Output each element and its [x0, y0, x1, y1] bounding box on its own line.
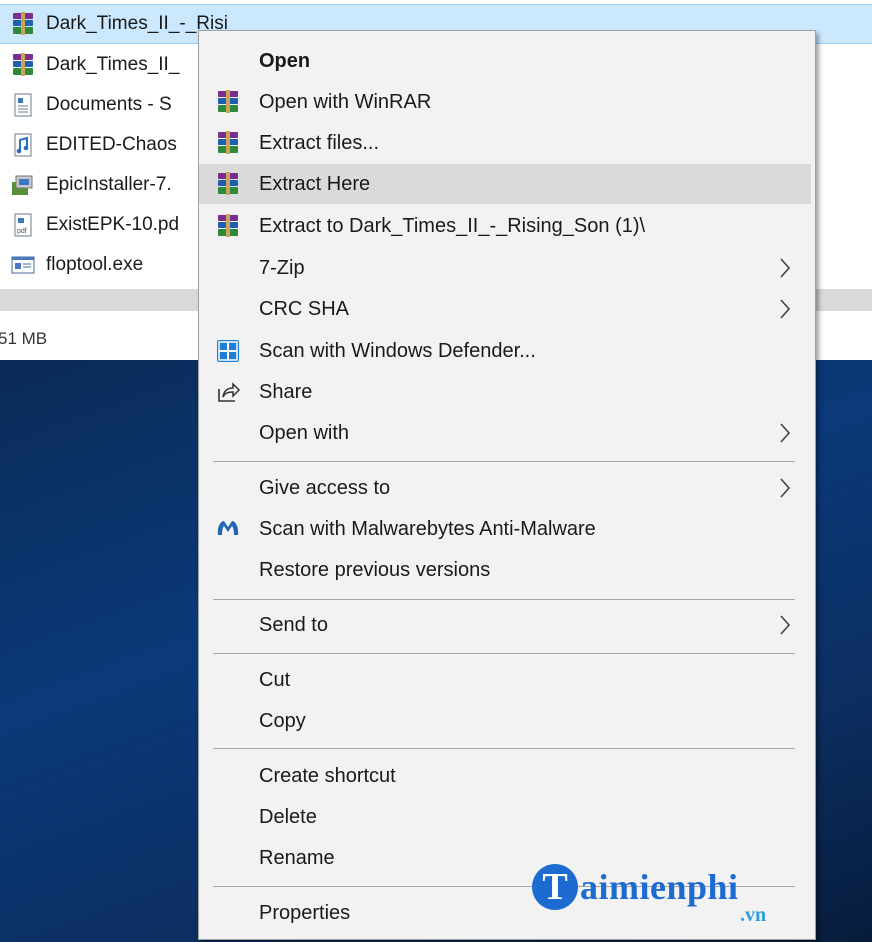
menu-item-extract-to-folder[interactable]: Extract to Dark_Times_II_-_Rising_Son (1…: [199, 206, 811, 246]
winrar-icon: [215, 171, 241, 197]
file-name: EpicInstaller-7.: [46, 174, 172, 195]
menu-item-extract-files[interactable]: Extract files...: [199, 123, 811, 163]
chevron-right-icon: [774, 420, 796, 446]
menu-item-crc-sha[interactable]: CRC SHA: [199, 289, 811, 329]
share-icon: [215, 379, 241, 405]
file-name: Dark_Times_II_: [46, 54, 180, 75]
menu-item-7-zip[interactable]: 7-Zip: [199, 248, 811, 288]
context-menu: Open Open with WinRAR Extract files... E…: [198, 30, 816, 940]
installer-package-icon: [10, 172, 36, 198]
watermark-text: aimienphi: [580, 867, 739, 907]
winrar-icon: [215, 89, 241, 115]
chevron-right-icon: [774, 255, 796, 281]
winrar-archive-icon: [10, 52, 36, 78]
menu-item-restore-previous-versions[interactable]: Restore previous versions: [199, 550, 811, 590]
taimienphi-watermark: T aimienphi .vn: [532, 862, 792, 932]
menu-item-label: Properties: [259, 901, 351, 924]
menu-item-label: Extract files...: [259, 131, 380, 154]
menu-item-label: Rename: [259, 846, 335, 869]
menu-item-label: CRC SHA: [259, 297, 350, 320]
winrar-icon: [215, 213, 241, 239]
menu-item-label: Extract Here: [259, 172, 371, 195]
menu-item-extract-here[interactable]: Extract Here: [199, 164, 811, 204]
menu-item-label: Restore previous versions: [259, 558, 491, 581]
menu-item-scan-windows-defender[interactable]: Scan with Windows Defender...: [199, 331, 811, 371]
file-name: Documents - S: [46, 94, 172, 115]
document-file-icon: [10, 92, 36, 118]
chevron-right-icon: [774, 296, 796, 322]
menu-separator: [213, 748, 795, 749]
file-name: EDITED-Chaos: [46, 134, 177, 155]
menu-item-send-to[interactable]: Send to: [199, 605, 811, 645]
winrar-archive-icon: [10, 11, 36, 37]
menu-item-label: Extract to Dark_Times_II_-_Rising_Son (1…: [259, 214, 646, 237]
menu-item-label: Open with WinRAR: [259, 90, 432, 113]
menu-item-open-with-winrar[interactable]: Open with WinRAR: [199, 82, 811, 122]
menu-item-label: Scan with Windows Defender...: [259, 339, 536, 362]
menu-item-label: Create shortcut: [259, 764, 396, 787]
menu-item-create-shortcut[interactable]: Create shortcut: [199, 756, 811, 796]
svg-text:pdf: pdf: [17, 228, 27, 235]
selection-size-text: 51 MB: [0, 329, 48, 348]
menu-item-label: Copy: [259, 709, 306, 732]
menu-item-label: Delete: [259, 805, 317, 828]
menu-item-copy[interactable]: Copy: [199, 701, 811, 741]
menu-item-label: Open: [259, 49, 311, 72]
menu-item-label: Give access to: [259, 476, 391, 499]
menu-separator: [213, 461, 795, 462]
menu-item-label: Cut: [259, 668, 291, 691]
menu-item-label: Share: [259, 380, 313, 403]
menu-item-give-access-to[interactable]: Give access to: [199, 468, 811, 508]
windows-defender-icon: [215, 338, 241, 364]
menu-item-delete[interactable]: Delete: [199, 797, 811, 837]
menu-item-open-with[interactable]: Open with: [199, 413, 811, 453]
menu-item-label: Open with: [259, 421, 350, 444]
file-name: ExistEPK-10.pd: [46, 214, 180, 235]
menu-separator: [213, 653, 795, 654]
menu-item-label: 7-Zip: [259, 256, 305, 279]
watermark-logo-letter: T: [532, 864, 578, 910]
winrar-icon: [215, 130, 241, 156]
menu-item-open[interactable]: Open: [199, 41, 811, 81]
watermark-suffix: .vn: [740, 904, 767, 926]
chevron-right-icon: [774, 612, 796, 638]
menu-item-cut[interactable]: Cut: [199, 660, 811, 700]
exe-app-icon: [10, 252, 36, 278]
pdf-file-icon: pdf: [10, 212, 36, 238]
malwarebytes-icon: [215, 516, 241, 542]
menu-separator: [213, 599, 795, 600]
menu-item-label: Scan with Malwarebytes Anti-Malware: [259, 517, 596, 540]
menu-item-share[interactable]: Share: [199, 372, 811, 412]
chevron-right-icon: [774, 475, 796, 501]
file-name: floptool.exe: [46, 254, 144, 275]
audio-file-icon: [10, 132, 36, 158]
menu-item-scan-malwarebytes[interactable]: Scan with Malwarebytes Anti-Malware: [199, 509, 811, 549]
menu-item-label: Send to: [259, 613, 328, 636]
